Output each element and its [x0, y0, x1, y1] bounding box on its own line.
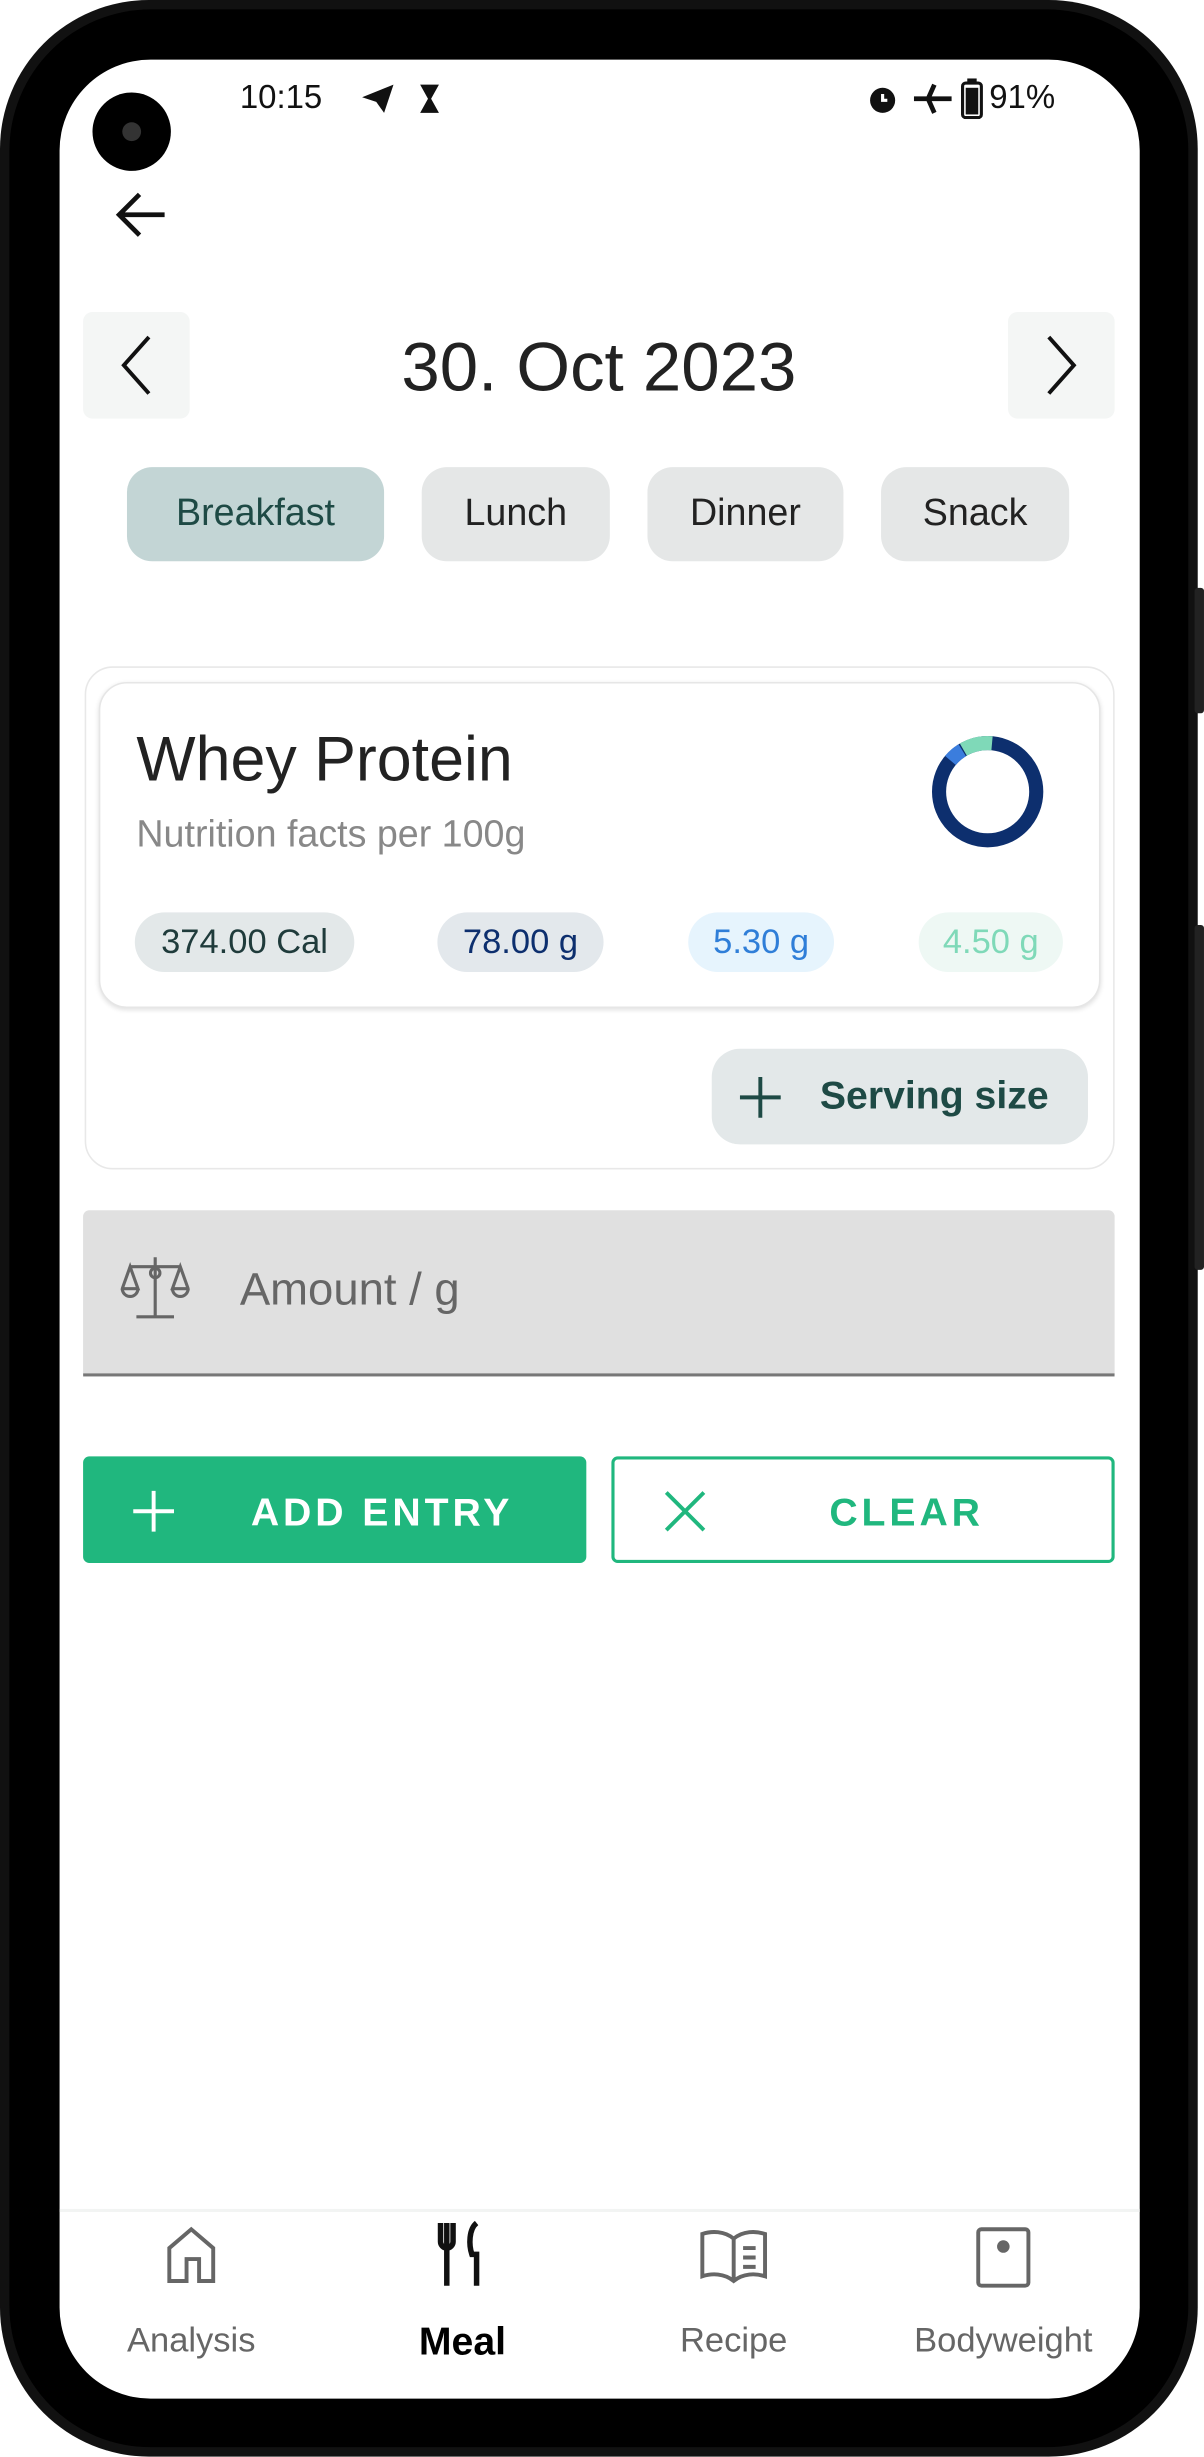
carbs-pill: 4.50 g [918, 912, 1063, 972]
chevron-left-icon [121, 335, 151, 395]
hourglass-icon [420, 84, 439, 113]
nav-recipe-label: Recipe [679, 2320, 788, 2360]
alarm-icon [870, 87, 896, 113]
clear-button[interactable]: CLEAR [611, 1456, 1115, 1563]
power-button [1194, 587, 1204, 714]
tab-lunch[interactable]: Lunch [421, 467, 610, 562]
bodyweight-scale-icon [976, 2227, 1031, 2288]
nav-analysis[interactable]: Analysis [66, 2226, 317, 2359]
calories-pill: 374.00 Cal [134, 912, 355, 972]
fork-knife-icon [437, 2220, 480, 2286]
nav-recipe[interactable]: Recipe [608, 2226, 859, 2359]
scale-icon [120, 1257, 190, 1319]
date-label: 30. Oct 2023 [401, 329, 797, 407]
add-entry-button[interactable]: ADD ENTRY [83, 1456, 587, 1563]
food-name: Whey Protein [136, 725, 513, 795]
bottom-nav-divider [59, 2208, 1140, 2213]
tab-dinner[interactable]: Dinner [647, 467, 844, 562]
protein-pill: 78.00 g [437, 912, 604, 972]
tab-breakfast[interactable]: Breakfast [126, 467, 385, 562]
camera-icon [92, 92, 171, 171]
macro-donut-chart [931, 736, 1044, 848]
battery-percent: 91% [989, 79, 1056, 117]
nav-analysis-label: Analysis [127, 2320, 256, 2360]
add-entry-label: ADD ENTRY [250, 1490, 514, 1535]
fat-pill: 5.30 g [688, 912, 835, 972]
amount-placeholder: Amount / g [239, 1265, 460, 1316]
telegram-icon [362, 84, 394, 113]
tab-snack[interactable]: Snack [881, 467, 1070, 562]
airplane-icon [913, 83, 952, 114]
status-time: 10:15 [239, 79, 323, 117]
serving-size-label: Serving size [819, 1073, 1049, 1118]
clear-label: CLEAR [829, 1490, 984, 1535]
serving-size-button[interactable]: Serving size [711, 1048, 1088, 1145]
previous-day-button[interactable] [83, 311, 190, 419]
close-icon [664, 1491, 706, 1532]
plus-icon [739, 1077, 781, 1118]
nav-bodyweight-label: Bodyweight [914, 2320, 1093, 2360]
plus-icon [133, 1490, 175, 1532]
nav-meal[interactable]: Meal [337, 2220, 588, 2364]
volume-button [1194, 924, 1204, 1270]
book-icon [700, 2230, 767, 2284]
chevron-right-icon [1047, 335, 1077, 395]
home-icon [167, 2226, 216, 2283]
next-day-button[interactable] [1008, 311, 1115, 419]
nav-meal-label: Meal [418, 2320, 507, 2365]
nav-bodyweight[interactable]: Bodyweight [878, 2226, 1129, 2359]
nutrition-subtitle: Nutrition facts per 100g [136, 813, 526, 856]
battery-icon [961, 78, 983, 120]
back-arrow-icon[interactable] [113, 188, 169, 241]
amount-input[interactable]: Amount / g [83, 1210, 1115, 1377]
